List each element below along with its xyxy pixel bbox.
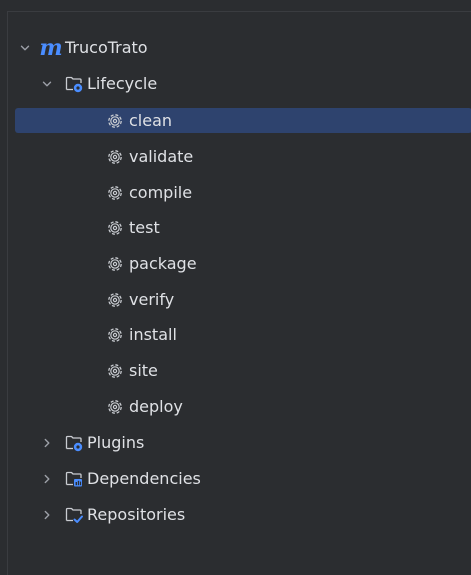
chevron-down-icon[interactable] xyxy=(41,78,53,90)
goal-label: install xyxy=(129,325,177,344)
chevron-right-icon[interactable] xyxy=(41,473,53,485)
goal-compile[interactable]: compile xyxy=(8,180,471,205)
project-name: TrucoTrato xyxy=(65,38,148,57)
tree-node-repositories[interactable]: Repositories xyxy=(8,502,471,527)
gear-icon xyxy=(105,111,125,131)
tree-node-project[interactable]: m TrucoTrato xyxy=(8,35,471,60)
goal-install[interactable]: install xyxy=(8,322,471,347)
plugins-folder-icon xyxy=(64,433,84,453)
goal-test[interactable]: test xyxy=(8,215,471,240)
maven-logo-text: m xyxy=(39,34,63,61)
tree-node-lifecycle[interactable]: Lifecycle xyxy=(8,71,471,96)
dependencies-folder-icon xyxy=(64,469,84,489)
goal-label: clean xyxy=(129,111,173,130)
gear-icon xyxy=(105,218,125,238)
lifecycle-folder-icon xyxy=(64,74,84,94)
maven-m-icon: m xyxy=(39,34,63,61)
gear-icon xyxy=(105,397,125,417)
gear-icon xyxy=(105,361,125,381)
goal-deploy[interactable]: deploy xyxy=(8,394,471,419)
repositories-label: Repositories xyxy=(87,505,186,524)
dependencies-label: Dependencies xyxy=(87,469,201,488)
goal-site[interactable]: site xyxy=(8,358,471,383)
chevron-down-icon[interactable] xyxy=(19,42,31,54)
chevron-right-icon[interactable] xyxy=(41,437,53,449)
gear-icon xyxy=(105,254,125,274)
goal-label: deploy xyxy=(129,397,183,416)
gear-icon xyxy=(105,147,125,167)
goal-clean[interactable]: clean xyxy=(15,108,471,133)
gear-icon xyxy=(105,325,125,345)
goal-package[interactable]: package xyxy=(8,251,471,276)
goal-verify[interactable]: verify xyxy=(8,287,471,312)
maven-tool-window: m TrucoTrato Lifecycle clean validate co… xyxy=(7,11,471,575)
chevron-right-icon[interactable] xyxy=(41,509,53,521)
tree-node-dependencies[interactable]: Dependencies xyxy=(8,466,471,491)
repositories-folder-icon xyxy=(64,505,84,525)
lifecycle-label: Lifecycle xyxy=(87,74,158,93)
goal-validate[interactable]: validate xyxy=(8,144,471,169)
tree-node-plugins[interactable]: Plugins xyxy=(8,430,471,455)
gear-icon xyxy=(105,183,125,203)
goal-label: site xyxy=(129,361,158,380)
goal-label: validate xyxy=(129,147,194,166)
goal-label: verify xyxy=(129,290,175,309)
plugins-label: Plugins xyxy=(87,433,145,452)
goal-label: test xyxy=(129,218,160,237)
gear-icon xyxy=(105,290,125,310)
goal-label: package xyxy=(129,254,197,273)
goal-label: compile xyxy=(129,183,193,202)
